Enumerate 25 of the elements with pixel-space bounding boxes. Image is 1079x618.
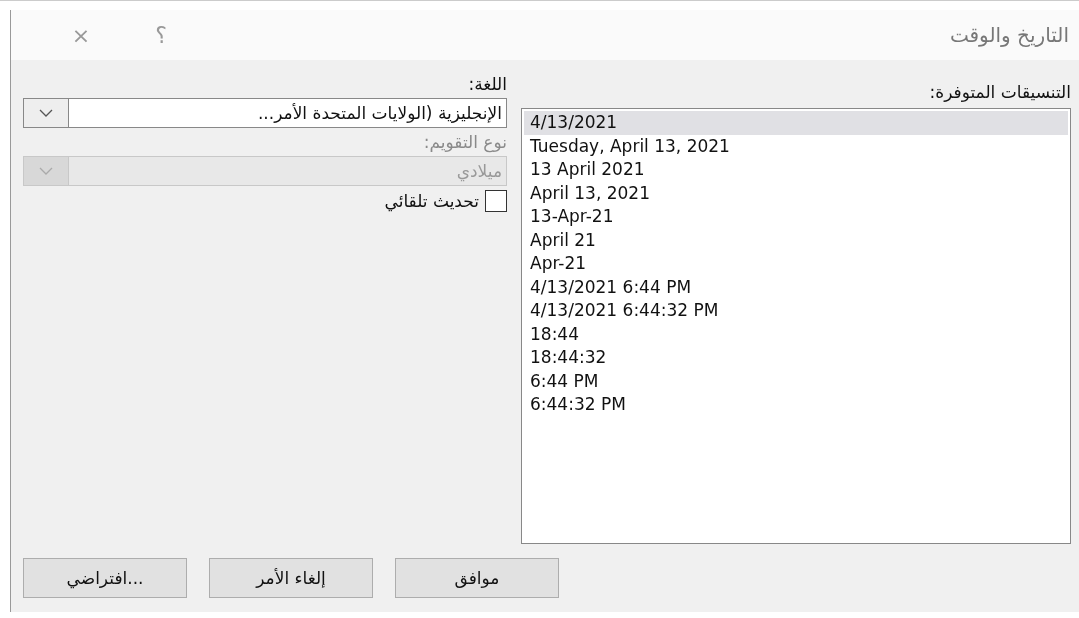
list-item[interactable]: 4/13/2021 6:44:32 PM [524, 299, 1068, 323]
list-item[interactable]: 6:44:32 PM [524, 393, 1068, 417]
list-item[interactable]: 4/13/2021 6:44 PM [524, 275, 1068, 299]
chevron-down-icon [39, 109, 53, 117]
window-title: التاريخ والوقت [948, 23, 1069, 47]
dialog-button[interactable]: موافق [395, 558, 559, 598]
list-item[interactable]: 18:44 [524, 322, 1068, 346]
list-item[interactable]: April 21 [524, 228, 1068, 252]
checkbox-label: تحديث تلقائي [384, 191, 479, 211]
dialog-button[interactable]: افتراضي... [23, 558, 187, 598]
list-item[interactable]: 18:44:32 [524, 346, 1068, 370]
list-item[interactable]: Apr-21 [524, 252, 1068, 276]
field-label: التنسيقات المتوفرة: [928, 82, 1071, 102]
checkbox[interactable] [485, 190, 507, 212]
field-label: نوع التقويم: [422, 132, 507, 152]
list-item[interactable]: 13-Apr-21 [524, 205, 1068, 229]
list-item[interactable]: 6:44 PM [524, 369, 1068, 393]
dialog-button[interactable]: إلغاء الأمر [209, 558, 373, 598]
field-label: اللغة: [467, 74, 507, 94]
list-item[interactable]: 13 April 2021 [524, 158, 1068, 182]
list-item[interactable]: 4/13/2021 [524, 111, 1068, 135]
list-item[interactable]: Tuesday, April 13, 2021 [524, 134, 1068, 158]
chevron-down-icon [39, 167, 53, 175]
dropdown[interactable]: الإنجليزية (الولايات المتحدة الأمر... [23, 98, 507, 128]
list-item[interactable]: April 13, 2021 [524, 181, 1068, 205]
